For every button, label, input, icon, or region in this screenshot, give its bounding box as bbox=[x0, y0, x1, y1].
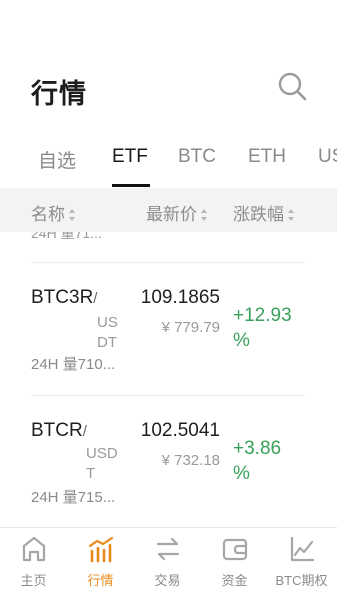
options-chart-icon bbox=[290, 536, 314, 562]
row-symbol: BTCR/ bbox=[31, 420, 87, 442]
search-icon[interactable] bbox=[276, 70, 308, 102]
column-name-label: 名称 bbox=[31, 205, 65, 224]
tab-etf[interactable]: ETF bbox=[112, 146, 148, 168]
row-symbol: BTC3R/ bbox=[31, 287, 97, 309]
symbol-name: BTC3R bbox=[31, 287, 94, 308]
tab-btc[interactable]: BTC bbox=[178, 146, 216, 168]
bottom-nav: 主页 行情 交易 资金 BTC期权 bbox=[0, 527, 337, 601]
column-change-label: 涨跌幅 bbox=[233, 205, 284, 224]
nav-btc-options[interactable]: BTC期权 bbox=[268, 534, 335, 589]
trade-arrows-icon bbox=[156, 537, 179, 561]
column-price-label: 最新价 bbox=[146, 205, 197, 224]
nav-label: 行情 bbox=[87, 573, 114, 588]
divider bbox=[31, 395, 305, 396]
row-volume: 24H 量710... bbox=[31, 356, 116, 373]
tab-eth[interactable]: ETH bbox=[248, 146, 286, 168]
sort-icon bbox=[201, 208, 208, 221]
tab-usdt[interactable]: US bbox=[318, 146, 337, 168]
nav-market[interactable]: 行情 bbox=[67, 534, 134, 589]
header: 行情 bbox=[0, 0, 337, 130]
row-change: +12.93 % bbox=[233, 305, 292, 351]
row-last-price: 109.1865 bbox=[140, 287, 220, 308]
tab-favorites[interactable]: 自选 bbox=[38, 146, 76, 173]
sort-icon bbox=[69, 208, 76, 221]
market-chart-icon bbox=[88, 536, 113, 563]
row-change: +3.86 % bbox=[233, 438, 282, 484]
wallet-icon bbox=[222, 538, 247, 561]
sort-by-price[interactable]: 最新价 bbox=[146, 200, 208, 225]
symbol-slash: / bbox=[93, 290, 98, 307]
list-item[interactable]: BTCR/ USDT 102.5041 ¥ 732.18 24H 量715...… bbox=[0, 420, 337, 527]
nav-label: BTC期权 bbox=[275, 573, 328, 588]
symbol-name: BTCR bbox=[31, 420, 83, 441]
market-list[interactable]: 24H 量71... BTC3R/ USDT 109.1865 ¥ 779.79… bbox=[0, 232, 337, 527]
page-title: 行情 bbox=[31, 79, 87, 109]
nav-home[interactable]: 主页 bbox=[0, 534, 67, 589]
sort-icon bbox=[288, 208, 295, 221]
nav-assets[interactable]: 资金 bbox=[201, 534, 268, 589]
sort-by-name[interactable]: 名称 bbox=[31, 200, 76, 225]
symbol-slash: / bbox=[82, 423, 87, 440]
row-last-price: 102.5041 bbox=[140, 420, 220, 441]
partial-row-volume: 24H 量71... bbox=[31, 232, 102, 241]
nav-trade[interactable]: 交易 bbox=[134, 534, 201, 589]
nav-label: 交易 bbox=[154, 573, 181, 588]
row-volume: 24H 量715... bbox=[31, 489, 116, 506]
row-price-cny: ¥ 779.79 bbox=[161, 319, 220, 336]
list-item[interactable]: BTC3R/ USDT 109.1865 ¥ 779.79 24H 量710..… bbox=[0, 287, 337, 407]
active-tab-indicator bbox=[112, 184, 150, 187]
divider bbox=[31, 262, 305, 263]
nav-label: 资金 bbox=[221, 573, 248, 588]
nav-label: 主页 bbox=[20, 573, 47, 588]
market-tabs: 自选 ETF BTC ETH US bbox=[0, 140, 337, 188]
row-price-cny: ¥ 732.18 bbox=[161, 452, 220, 469]
home-icon bbox=[22, 536, 45, 562]
column-header: 名称 最新价 涨跌幅 bbox=[0, 188, 337, 232]
sort-by-change[interactable]: 涨跌幅 bbox=[233, 200, 295, 225]
